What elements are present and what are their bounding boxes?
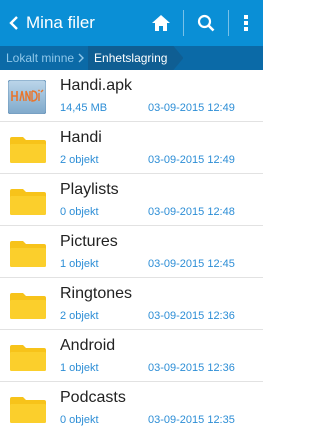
item-name: Ringtones <box>60 285 133 302</box>
action-bar: Mina filer <box>0 0 263 46</box>
folder-icon <box>10 135 46 163</box>
item-name: Playlists <box>60 181 119 198</box>
list-item[interactable]: Handi.apk 14,45 MB 03-09-2015 12:49 <box>0 70 263 122</box>
item-date: 03-09-2015 12:48 <box>148 206 235 218</box>
item-meta: 14,45 MB <box>60 102 108 114</box>
back-arrow-icon[interactable] <box>4 0 24 46</box>
page-title[interactable]: Mina filer <box>26 13 126 33</box>
search-icon[interactable] <box>184 0 228 46</box>
item-date: 03-09-2015 12:49 <box>148 102 235 114</box>
list-item[interactable]: Pictures 1 objekt 03-09-2015 12:45 <box>0 226 263 278</box>
item-meta: 2 objekt <box>60 310 99 322</box>
breadcrumb-root[interactable]: Lokalt minne <box>6 51 74 65</box>
folder-icon <box>10 395 46 423</box>
folder-icon <box>10 239 46 267</box>
list-item[interactable]: Android 1 objekt 03-09-2015 12:36 <box>0 330 263 382</box>
chevron-right-icon <box>78 53 85 63</box>
breadcrumb-current[interactable]: Enhetslagring <box>88 46 183 70</box>
list-item[interactable]: Ringtones 2 objekt 03-09-2015 12:36 <box>0 278 263 330</box>
item-name: Handi <box>60 129 102 146</box>
list-item[interactable]: Playlists 0 objekt 03-09-2015 12:48 <box>0 174 263 226</box>
folder-icon <box>10 187 46 215</box>
file-list: Handi.apk 14,45 MB 03-09-2015 12:49 Handi 2 … <box>0 70 263 432</box>
item-date: 03-09-2015 12:35 <box>148 414 235 426</box>
item-name: Handi.apk <box>60 77 133 94</box>
list-item[interactable]: Podcasts 0 objekt 03-09-2015 12:35 <box>0 382 263 432</box>
item-meta: 1 objekt <box>60 258 99 270</box>
item-date: 03-09-2015 12:36 <box>148 362 235 374</box>
item-name: Podcasts <box>60 389 126 406</box>
item-date: 03-09-2015 12:45 <box>148 258 235 270</box>
item-meta: 2 objekt <box>60 154 99 166</box>
item-meta: 0 objekt <box>60 206 99 218</box>
overflow-menu-icon[interactable] <box>229 0 263 46</box>
item-date: 03-09-2015 12:36 <box>148 310 235 322</box>
apk-thumbnail-icon <box>7 79 47 115</box>
folder-icon <box>10 291 46 319</box>
item-meta: 0 objekt <box>60 414 99 426</box>
item-meta: 1 objekt <box>60 362 99 374</box>
home-icon[interactable] <box>139 0 183 46</box>
folder-icon <box>10 343 46 371</box>
item-name: Android <box>60 337 116 354</box>
breadcrumb: Lokalt minne Enhetslagring <box>0 46 263 70</box>
item-name: Pictures <box>60 233 118 250</box>
list-item[interactable]: Handi 2 objekt 03-09-2015 12:49 <box>0 122 263 174</box>
item-date: 03-09-2015 12:49 <box>148 154 235 166</box>
